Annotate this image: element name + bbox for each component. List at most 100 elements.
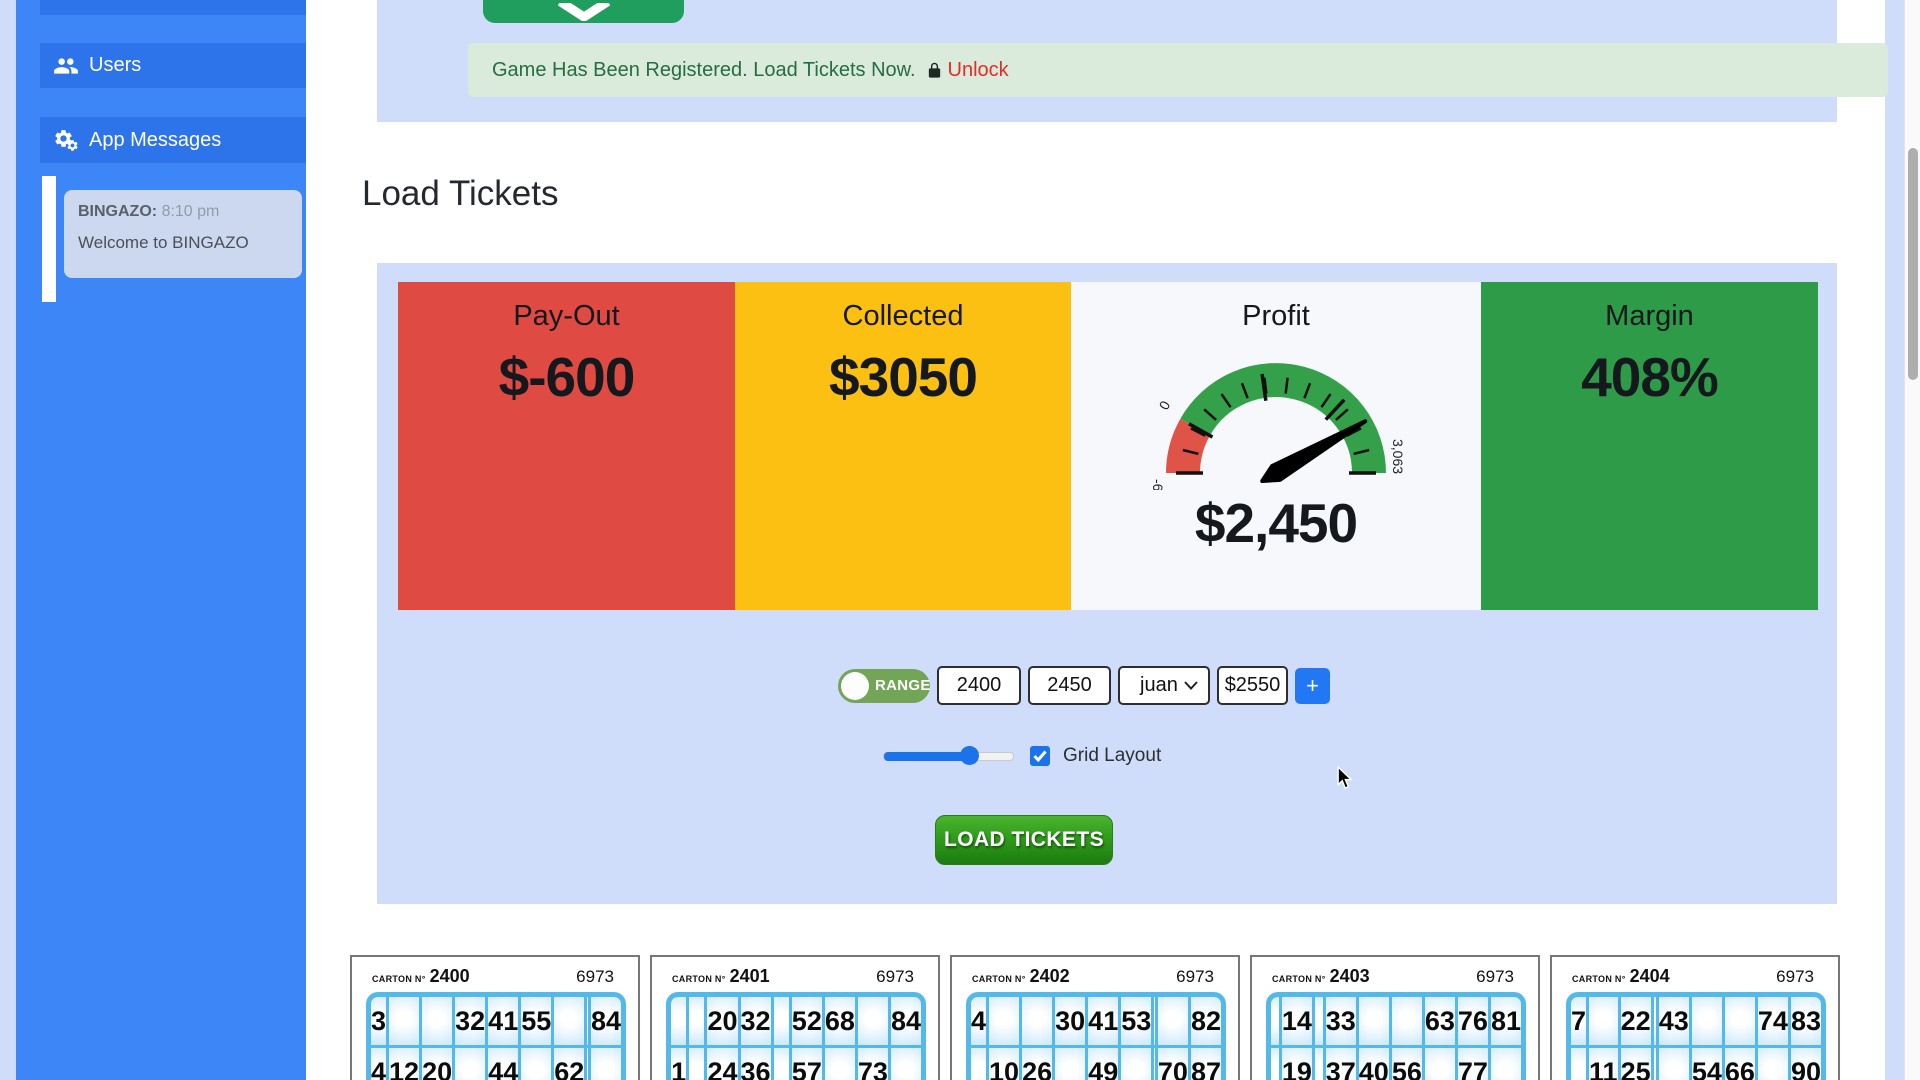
ticket-serial: 6973 [1476,967,1514,987]
bingo-cell-empty [1589,997,1618,1045]
bingo-cell-number: 19 [1282,1048,1312,1080]
bingo-cell-number: 83 [1791,997,1821,1045]
bingo-cell-number: 49 [1088,1048,1118,1080]
bingo-cell-empty [422,997,452,1045]
bingo-cell-number: 4 [971,997,986,1045]
carton-number: 2400 [430,966,470,986]
lock-icon [926,61,943,80]
bingo-cell-empty [1022,997,1052,1045]
bingo-cell-empty [825,1048,855,1080]
unlock-link[interactable]: Unlock [948,59,1009,82]
load-tickets-button[interactable]: LOAD TICKETS [935,815,1113,865]
bingo-cell-empty [521,1048,551,1080]
bingo-cell-empty [587,997,588,1045]
toggle-knob[interactable] [841,672,869,700]
stat-value: 408% [1581,345,1718,409]
layout-options: Grid Layout [883,743,1161,769]
stat-cards: Pay-Out $-600 Collected $3050 Profit [398,282,1818,610]
size-slider[interactable] [883,752,1014,761]
bingo-cell-empty [591,1048,621,1080]
bingo-grid: 332415584412204462 [366,992,626,1080]
seller-select[interactable]: juan [1118,666,1210,705]
message-time: 8:10 pm [162,203,220,220]
carton-prefix: CARTON N° [372,974,426,984]
registration-panel: Game Has Been Registered. Load Tickets N… [377,0,1837,122]
bingo-cell-empty [1055,1048,1085,1080]
sidebar-item-label: Users [89,54,141,77]
bingo-cell-empty [1654,997,1656,1045]
ticket-serial: 6973 [876,967,914,987]
bingo-cell-number: 20 [422,1048,452,1080]
bingo-cell-empty [587,1048,588,1080]
bingo-grid: 4304153821026497087 [966,992,1226,1080]
sidebar-item-label: App Messages [89,129,221,152]
bingo-cell-empty [971,1048,986,1080]
bingo-cell-empty [1725,997,1755,1045]
users-icon [53,53,79,79]
bingo-cell-empty [1158,997,1188,1045]
bingo-cell-number: 82 [1191,997,1221,1045]
bingo-cell-number: 12 [389,1048,419,1080]
bingo-cell-number: 20 [707,997,737,1045]
carton-prefix: CARTON N° [672,974,726,984]
ticket-header: CARTON N° 2401 6973 [652,957,938,987]
ticket-card: CARTON N°240469737224374831125546690 [1550,955,1840,1080]
grid-layout-checkbox[interactable] [1030,746,1050,766]
bingo-cell-number: 33 [1326,997,1356,1045]
bingo-cell-number: 14 [1282,997,1312,1045]
bingo-cell-empty [1692,997,1722,1045]
bingo-cell-number: 54 [1692,1048,1722,1080]
ticket-header: CARTON N°24046973 [1552,957,1838,987]
success-alert: Game Has Been Registered. Load Tickets N… [468,43,1888,97]
gauge-zero-label: 0 [1156,398,1174,413]
bingo-cell-empty [1271,997,1279,1045]
message-sender: BINGAZO: [78,203,157,220]
bingo-cell-number: 32 [741,997,771,1045]
bingo-cell-number: 41 [488,997,518,1045]
bingo-cell-empty [1654,1048,1656,1080]
bingo-cell-empty [774,1048,789,1080]
stat-value: $3050 [829,345,977,409]
range-toggle-label: RANGE [875,677,931,694]
mouse-cursor [1334,766,1356,795]
slider-thumb[interactable] [960,746,979,765]
sidebar-item-users[interactable]: Users [40,43,306,88]
ticket-header: CARTON N° 2400 6973 [352,957,638,987]
stat-label: Collected [843,300,964,333]
bingo-cell-empty [689,997,704,1045]
carton-prefix: CARTON N° [1572,974,1626,984]
sidebar-item-partial[interactable] [40,0,306,15]
bingo-cell-number: 56 [1392,1048,1422,1080]
grid-layout-label: Grid Layout [1063,745,1161,767]
bingo-cell-number: 22 [1621,997,1651,1045]
stat-card-payout: Pay-Out $-600 [398,282,735,610]
carton-prefix: CARTON N° [1272,974,1326,984]
bingo-cell-number: 57 [792,1048,822,1080]
gears-icon [53,127,79,153]
sidebar-item-app-messages[interactable]: App Messages [40,117,306,163]
carton-number: 2402 [1030,966,1070,986]
stat-label: Pay-Out [513,300,619,333]
registered-check-button[interactable] [483,0,684,23]
stat-value: $2,450 [1195,491,1357,555]
carton-number: 2401 [730,966,770,986]
bingo-cell-number: 84 [891,997,921,1045]
message-body: Welcome to BINGAZO [78,233,288,253]
price-input[interactable] [1217,666,1288,705]
add-button[interactable]: + [1295,668,1330,704]
vertical-scrollbar[interactable] [1904,0,1920,1080]
bingo-cell-number: 24 [707,1048,737,1080]
carton-number: 2403 [1330,966,1370,986]
bingo-cell-number: 30 [1055,997,1085,1045]
ticket-serial: 6973 [576,967,614,987]
ticket-from-input[interactable] [937,666,1021,705]
range-toggle[interactable]: RANGE [838,669,930,703]
bingo-cell-empty [989,997,1019,1045]
scrollbar-thumb[interactable] [1908,148,1918,380]
slider-fill [884,752,971,761]
app-root: Users App Messages BINGAZO: 8:10 pm Welc… [0,0,1920,1080]
bingo-cell-number: 4 [371,1048,386,1080]
bingo-cell-empty [389,997,419,1045]
bingo-cell-number: 43 [1659,997,1689,1045]
ticket-to-input[interactable] [1028,666,1111,705]
